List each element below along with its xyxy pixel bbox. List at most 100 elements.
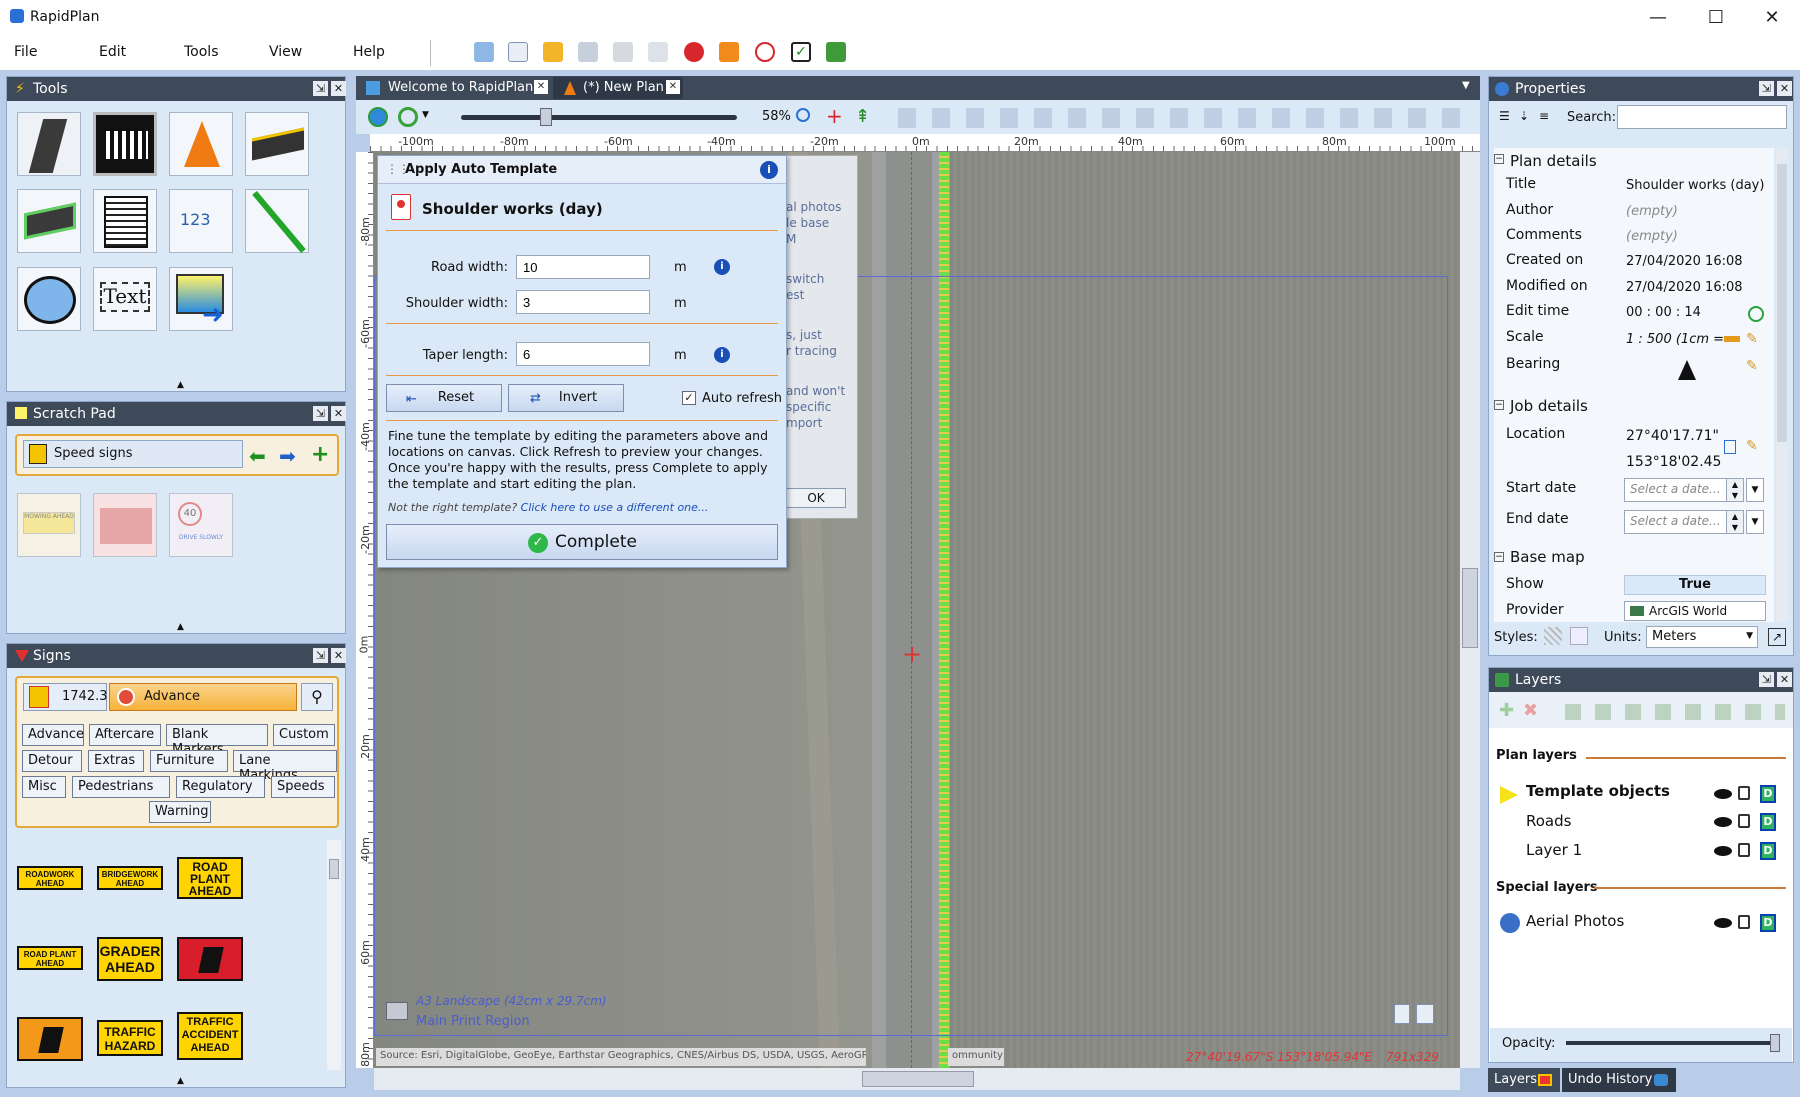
- use-different-template-link[interactable]: Click here to use a different one...: [521, 501, 709, 514]
- delete-layer-icon[interactable]: ✖: [1523, 700, 1538, 721]
- draw-layer-icon[interactable]: D: [1760, 785, 1776, 803]
- properties-search-input[interactable]: [1617, 105, 1787, 129]
- invert-button[interactable]: Invert: [508, 384, 624, 412]
- exit-icon[interactable]: [826, 42, 846, 62]
- edit-pencil-icon[interactable]: ✎: [1746, 331, 1758, 347]
- refresh-map-icon[interactable]: [398, 107, 418, 127]
- globe-icon[interactable]: [368, 107, 388, 127]
- add-icon[interactable]: +: [311, 442, 329, 467]
- menu-edit[interactable]: Edit: [99, 44, 126, 60]
- template-icon[interactable]: [474, 42, 494, 62]
- prev-arrow-icon[interactable]: ⬅: [249, 444, 266, 468]
- next-arrow-icon[interactable]: ➡: [279, 444, 296, 468]
- road-width-info-icon[interactable]: i: [714, 259, 730, 275]
- opacity-slider-thumb[interactable]: [1770, 1034, 1780, 1052]
- menu-tools[interactable]: Tools: [184, 44, 219, 60]
- end-date-spinner[interactable]: ▲ ▼: [1726, 510, 1744, 534]
- text-tool[interactable]: Text: [93, 267, 157, 331]
- welcome-ok-button[interactable]: OK: [786, 488, 846, 508]
- auto-refresh-checkbox[interactable]: ✓: [682, 391, 696, 405]
- tab-overflow-icon[interactable]: ▼: [1462, 80, 1470, 91]
- taper-length-input[interactable]: [516, 342, 650, 366]
- close-panel-icon[interactable]: ✕: [1777, 81, 1792, 96]
- start-date-dropdown[interactable]: ▼: [1746, 478, 1764, 502]
- draw-layer-icon[interactable]: D: [1760, 914, 1776, 932]
- scratch-sign-speed[interactable]: 40 DRIVE SLOWLY: [169, 493, 233, 557]
- list-view-icon[interactable]: ≡: [1539, 109, 1549, 123]
- end-date-dropdown[interactable]: ▼: [1746, 510, 1764, 534]
- close-window-button[interactable]: ✕: [1752, 4, 1792, 32]
- signs-scroll-thumb[interactable]: [329, 859, 339, 879]
- sort-alpha-icon[interactable]: ⇣: [1519, 109, 1529, 123]
- add-layer-icon[interactable]: ✚: [1499, 700, 1514, 721]
- visibility-eye-icon[interactable]: [1714, 918, 1732, 928]
- draw-layer-icon[interactable]: D: [1760, 842, 1776, 860]
- tag-furniture[interactable]: Furniture: [150, 750, 228, 772]
- sign-road-plant-ahead-small[interactable]: ROAD PLANT AHEAD: [17, 946, 83, 970]
- prop-row-bearing[interactable]: Bearing: [1506, 356, 1766, 381]
- close-panel-icon[interactable]: ✕: [331, 406, 346, 421]
- tag-speeds[interactable]: Speeds: [271, 776, 335, 798]
- panel-resize-handle[interactable]: ▲: [177, 380, 184, 390]
- export-settings-icon[interactable]: ↗: [1768, 628, 1786, 646]
- close-panel-icon[interactable]: ✕: [331, 81, 346, 96]
- pin-icon[interactable]: ⇲: [313, 648, 328, 663]
- menu-file[interactable]: File: [14, 44, 37, 60]
- pin-icon[interactable]: ⇲: [1759, 81, 1774, 96]
- reset-button[interactable]: Reset: [386, 384, 502, 412]
- export-icon[interactable]: [648, 42, 668, 62]
- zoom-slider-track[interactable]: [461, 115, 737, 120]
- units-dropdown[interactable]: Meters ▼: [1646, 626, 1758, 648]
- north-arrow-icon[interactable]: ⇞: [855, 106, 870, 127]
- center-crosshair-icon[interactable]: +: [826, 104, 843, 128]
- lock-icon[interactable]: [1738, 843, 1750, 857]
- tag-warning[interactable]: Warning: [149, 801, 211, 823]
- dialog-info-icon[interactable]: i: [760, 161, 778, 179]
- measure-tool[interactable]: 123: [169, 189, 233, 253]
- pin-icon[interactable]: ⇲: [313, 406, 328, 421]
- cones-tool[interactable]: [169, 112, 233, 176]
- road-width-input[interactable]: [516, 255, 650, 279]
- sign-roadworker-red[interactable]: [177, 937, 243, 981]
- road-tool[interactable]: [17, 112, 81, 176]
- open-folder-icon[interactable]: [543, 42, 563, 62]
- speed-signs-dropdown[interactable]: Speed signs: [23, 440, 243, 468]
- taper-length-info-icon[interactable]: i: [714, 347, 730, 363]
- visibility-eye-icon[interactable]: [1714, 817, 1732, 827]
- start-date-picker[interactable]: Select a date...: [1624, 478, 1728, 502]
- tag-misc[interactable]: Misc: [22, 776, 66, 798]
- canvas-vscroll-thumb[interactable]: [1462, 568, 1478, 648]
- minimize-button[interactable]: —: [1638, 4, 1678, 32]
- properties-scroll-thumb[interactable]: [1777, 164, 1787, 442]
- tag-blank-markers[interactable]: Blank Markers: [166, 724, 268, 757]
- print-icon[interactable]: [613, 42, 633, 62]
- zoom-search-icon[interactable]: [796, 108, 810, 122]
- tab-close-icon[interactable]: ✕: [534, 80, 548, 94]
- lock-icon[interactable]: [1738, 915, 1750, 929]
- sign-roadworker-orange[interactable]: [17, 1017, 83, 1061]
- draw-layer-icon[interactable]: D: [1760, 813, 1776, 831]
- table-tool[interactable]: [93, 189, 157, 253]
- panel-resize-handle[interactable]: ▲: [177, 1076, 184, 1086]
- category-dropdown[interactable]: Advance: [109, 683, 297, 711]
- crossing-tool[interactable]: [93, 112, 157, 176]
- lock-icon[interactable]: [1738, 814, 1750, 828]
- edit-pencil-icon[interactable]: ✎: [1746, 358, 1758, 374]
- maximize-button[interactable]: ☐: [1696, 4, 1736, 32]
- search-signs-binoculars-icon[interactable]: ⚲: [301, 683, 333, 711]
- pin-icon[interactable]: ⇲: [313, 81, 328, 96]
- collapse-base-map-icon[interactable]: −: [1494, 552, 1504, 562]
- copy-icon[interactable]: [1724, 440, 1736, 454]
- target-icon[interactable]: [755, 42, 775, 62]
- sign-roadwork-ahead[interactable]: ROADWORK AHEAD: [17, 866, 83, 890]
- start-date-spinner[interactable]: ▲ ▼: [1726, 478, 1744, 502]
- collapse-plan-details-icon[interactable]: −: [1494, 154, 1504, 164]
- save-icon[interactable]: [578, 42, 598, 62]
- provider-dropdown[interactable]: ArcGIS World: [1624, 601, 1766, 621]
- pattern-tool[interactable]: [17, 189, 81, 253]
- page-icon[interactable]: [1394, 1004, 1410, 1024]
- check-icon[interactable]: ✓: [791, 42, 811, 62]
- menu-help[interactable]: Help: [353, 44, 385, 60]
- tag-regulatory[interactable]: Regulatory: [176, 776, 265, 798]
- cone-tool-icon[interactable]: [719, 42, 739, 62]
